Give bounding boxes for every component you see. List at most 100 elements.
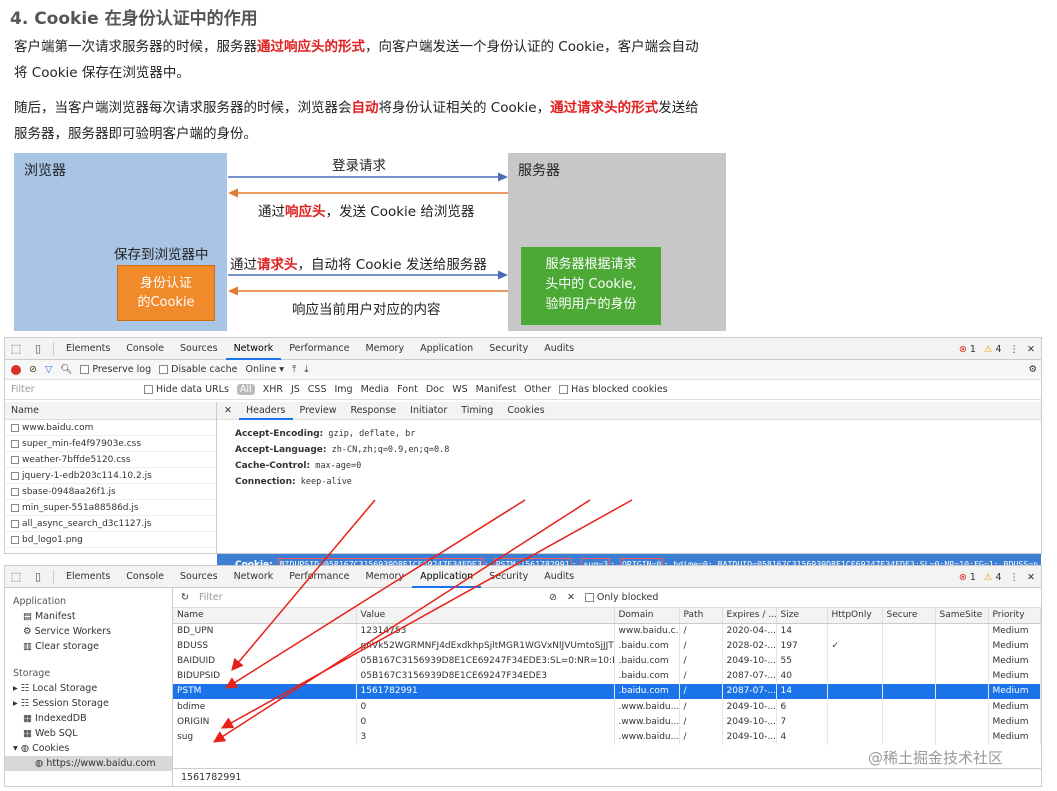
filter-other[interactable]: Other xyxy=(524,384,551,395)
list-item[interactable]: bd_logo1.png xyxy=(5,532,216,548)
list-item[interactable]: weather-7bffde5120.css xyxy=(5,452,216,468)
sidebar-item-cookie-origin[interactable]: ◍ https://www.baidu.com xyxy=(5,756,172,771)
delete-selected-icon[interactable]: ✕ xyxy=(567,592,575,603)
import-har-icon[interactable]: ⤒ xyxy=(292,364,296,375)
filter-img[interactable]: Img xyxy=(335,384,353,395)
sidebar-item-web-sql[interactable]: ▦ Web SQL xyxy=(5,726,172,741)
table-row[interactable]: BIDUPSID 05B167C3156939D8E1CE69247F34EDE3… xyxy=(173,668,1041,684)
list-item[interactable]: super_min-fe4f97903e.css xyxy=(5,436,216,452)
blocked-cookies-checkbox[interactable]: Has blocked cookies xyxy=(559,384,668,395)
column-header-samesite[interactable]: SameSite xyxy=(935,608,989,624)
filter-manifest[interactable]: Manifest xyxy=(476,384,517,395)
warning-count[interactable]: ⚠ 4 xyxy=(984,344,1002,355)
close-icon[interactable]: ✕ xyxy=(1027,344,1035,355)
column-header-secure[interactable]: Secure xyxy=(882,608,936,624)
sidebar-item-cookies[interactable]: ▾ ◍ Cookies xyxy=(5,741,172,756)
list-item[interactable]: sbase-0948aa26f1.js xyxy=(5,484,216,500)
close-icon[interactable]: ✕ xyxy=(1027,572,1035,583)
hide-data-urls-checkbox[interactable]: Hide data URLs xyxy=(144,384,229,395)
name-column-header[interactable]: Name xyxy=(5,402,216,420)
table-row[interactable]: PSTM 1561782991 .baidu.com/2087-07-... 14 Me… xyxy=(173,683,1041,699)
tab-cookies[interactable]: Cookies xyxy=(500,402,551,420)
tab-console[interactable]: Console xyxy=(118,338,172,360)
disable-cache-checkbox[interactable]: Disable cache xyxy=(159,364,238,375)
table-row[interactable]: BAIDUID 05B167C3156939D8E1CE69247F34EDE3:… xyxy=(173,653,1041,669)
tab-audits[interactable]: Audits xyxy=(536,338,582,360)
error-count[interactable]: ⊗ 1 xyxy=(959,344,976,355)
tab-timing[interactable]: Timing xyxy=(454,402,500,420)
column-header-path[interactable]: Path xyxy=(679,608,723,624)
tab-audits[interactable]: Audits xyxy=(536,566,582,588)
export-har-icon[interactable]: ⤓ xyxy=(304,364,308,375)
filter-js[interactable]: JS xyxy=(291,384,300,395)
tab-headers[interactable]: Headers xyxy=(238,402,293,420)
filter-icon[interactable]: ▽ xyxy=(45,364,52,375)
tab-console[interactable]: Console xyxy=(118,566,172,588)
sidebar-item-service-workers[interactable]: ⚙ Service Workers xyxy=(5,624,172,639)
tab-sources[interactable]: Sources xyxy=(172,566,226,588)
column-header-httponly[interactable]: HttpOnly xyxy=(827,608,883,624)
column-header-size[interactable]: Size xyxy=(776,608,828,624)
tab-performance[interactable]: Performance xyxy=(281,338,357,360)
list-item[interactable]: jquery-1-edb203c114.10.2.js xyxy=(5,468,216,484)
table-row[interactable]: BD_UPN 12314753 www.baidu.c.../2020-04-...… xyxy=(173,623,1041,639)
tab-application[interactable]: Application xyxy=(412,338,481,360)
sidebar-item-session-storage[interactable]: ▸ ☷ Session Storage xyxy=(5,696,172,711)
settings-gear-icon[interactable]: ⚙ xyxy=(1028,364,1037,375)
warning-count[interactable]: ⚠ 4 xyxy=(984,572,1002,583)
list-item[interactable]: all_async_search_d3c1127.js xyxy=(5,516,216,532)
table-row[interactable]: ORIGIN 0 .www.baidu.../2049-10-... 7 Medium xyxy=(173,714,1041,730)
filter-all-button[interactable]: All xyxy=(236,384,255,395)
sidebar-item-clear-storage[interactable]: ▥ Clear storage xyxy=(5,639,172,654)
tab-elements[interactable]: Elements xyxy=(58,338,118,360)
tab-memory[interactable]: Memory xyxy=(357,338,412,360)
preserve-log-checkbox[interactable]: Preserve log xyxy=(80,364,151,375)
table-row[interactable]: BDUSS pnVk52WGRMNFJ4dExdkhpSjltMGR1WGVxNl… xyxy=(173,638,1041,654)
tab-performance[interactable]: Performance xyxy=(281,566,357,588)
filter-doc[interactable]: Doc xyxy=(426,384,444,395)
inspect-element-icon[interactable]: ⬚ xyxy=(5,570,27,583)
throttle-select[interactable]: Online ▾ xyxy=(246,364,284,375)
sidebar-item-local-storage[interactable]: ▸ ☷ Local Storage xyxy=(5,681,172,696)
tab-initiator[interactable]: Initiator xyxy=(403,402,454,420)
tab-preview[interactable]: Preview xyxy=(293,402,344,420)
filter-media[interactable]: Media xyxy=(361,384,390,395)
column-header-value[interactable]: Value xyxy=(356,608,615,624)
column-header-domain[interactable]: Domain xyxy=(614,608,680,624)
tab-network[interactable]: Network xyxy=(226,566,282,588)
tab-memory[interactable]: Memory xyxy=(357,566,412,588)
tab-network[interactable]: Network xyxy=(225,338,282,360)
device-toolbar-icon[interactable]: ▯ xyxy=(27,570,49,583)
error-count[interactable]: ⊗ 1 xyxy=(959,572,976,583)
clear-icon[interactable]: ⊘ xyxy=(29,364,37,375)
inspect-element-icon[interactable]: ⬚ xyxy=(5,342,27,355)
more-menu-icon[interactable]: ⋮ xyxy=(1010,572,1020,583)
filter-ws[interactable]: WS xyxy=(452,384,467,395)
record-icon[interactable] xyxy=(11,364,21,375)
column-header-expires[interactable]: Expires / ... xyxy=(722,608,777,624)
refresh-icon[interactable]: ↻ xyxy=(181,592,189,603)
column-header-name[interactable]: Name xyxy=(173,608,357,624)
more-menu-icon[interactable]: ⋮ xyxy=(1010,344,1020,355)
column-header-priority[interactable]: Priority xyxy=(988,608,1041,624)
network-filter-input[interactable]: Filter xyxy=(11,384,136,395)
tab-security[interactable]: Security xyxy=(481,338,536,360)
filter-font[interactable]: Font xyxy=(397,384,418,395)
device-toolbar-icon[interactable]: ▯ xyxy=(27,342,49,355)
filter-css[interactable]: CSS xyxy=(308,384,327,395)
list-item[interactable]: www.baidu.com xyxy=(5,420,216,436)
tab-response[interactable]: Response xyxy=(344,402,404,420)
tab-application[interactable]: Application xyxy=(412,566,482,588)
filter-xhr[interactable]: XHR xyxy=(263,384,283,395)
clear-all-icon[interactable]: ⊘ xyxy=(549,592,557,603)
close-detail-icon[interactable]: ✕ xyxy=(217,402,239,420)
sidebar-item-indexeddb[interactable]: ▦ IndexedDB xyxy=(5,711,172,726)
sidebar-item-manifest[interactable]: ▤ Manifest xyxy=(5,609,172,624)
tab-elements[interactable]: Elements xyxy=(58,566,118,588)
search-icon[interactable]: 🔍︎ xyxy=(60,364,72,375)
tab-security[interactable]: Security xyxy=(481,566,536,588)
only-blocked-checkbox[interactable]: Only blocked xyxy=(584,592,658,603)
table-row[interactable]: sug 3 .www.baidu.../2049-10-... 4 Medium xyxy=(173,729,1041,745)
tab-sources[interactable]: Sources xyxy=(172,338,226,360)
list-item[interactable]: min_super-551a88586d.js xyxy=(5,500,216,516)
